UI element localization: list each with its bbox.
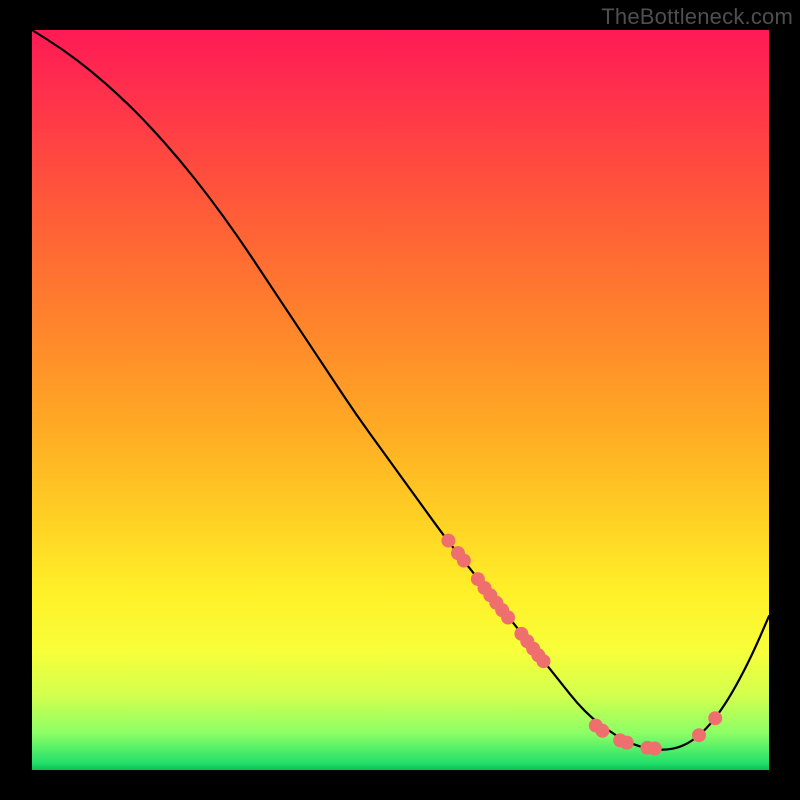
data-point-valley-2: [595, 724, 609, 738]
curve-svg: [32, 30, 769, 770]
data-point-cluster-b-6: [501, 611, 515, 625]
data-point-cluster-a-1: [441, 534, 455, 548]
plot-area: [32, 30, 769, 770]
watermark-text: TheBottleneck.com: [601, 4, 793, 30]
data-point-rise-1: [692, 728, 706, 742]
data-point-cluster-a-3: [457, 554, 471, 568]
bottleneck-curve: [32, 30, 769, 750]
chart-stage: TheBottleneck.com: [0, 0, 800, 800]
data-point-cluster-c-5: [536, 654, 550, 668]
data-point-valley-6: [648, 742, 662, 756]
data-point-valley-4: [620, 736, 634, 750]
data-points: [441, 534, 722, 756]
data-point-rise-2: [708, 711, 722, 725]
